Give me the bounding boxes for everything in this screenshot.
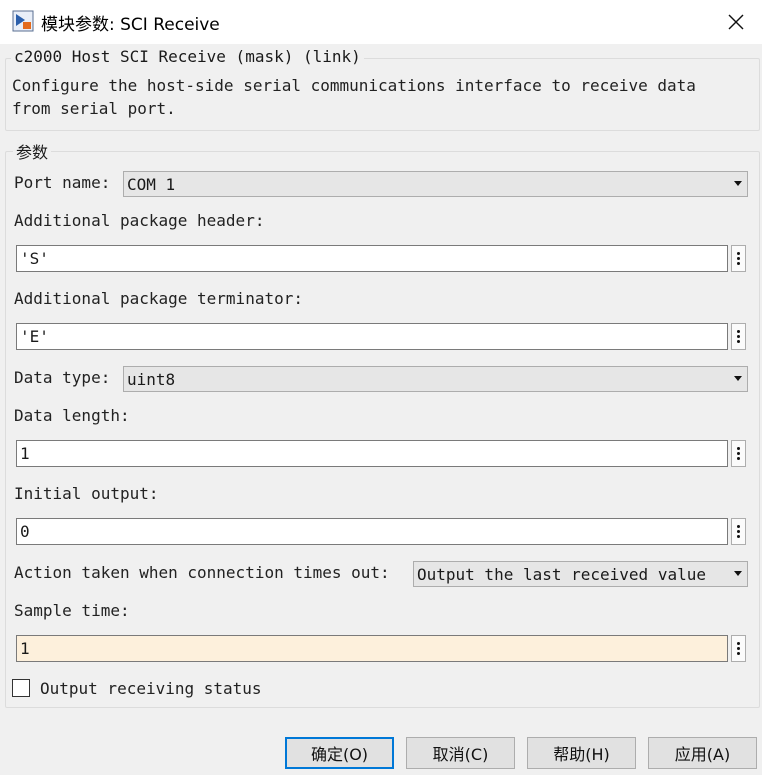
header-label: Additional package header:	[14, 211, 265, 230]
close-button[interactable]	[716, 6, 756, 38]
sample-time-menu-button[interactable]	[731, 635, 746, 662]
ok-button[interactable]: 确定(O)	[285, 737, 394, 769]
output-status-checkbox[interactable]	[12, 679, 30, 697]
initial-output-label: Initial output:	[14, 484, 159, 503]
parameters-group	[5, 151, 760, 708]
terminator-value: 'E'	[20, 327, 49, 346]
timeout-label: Action taken when connection times out:	[14, 563, 390, 582]
description-legend: c2000 Host SCI Receive (mask) (link)	[11, 47, 364, 66]
description-line-2: from serial port.	[12, 99, 176, 118]
close-icon	[728, 14, 744, 30]
port-name-select[interactable]: COM 1	[123, 171, 748, 197]
data-type-label: Data type:	[14, 368, 111, 387]
timeout-select[interactable]: Output the last received value	[413, 561, 748, 587]
header-menu-button[interactable]	[731, 245, 746, 272]
terminator-menu-button[interactable]	[731, 323, 746, 350]
timeout-value: Output the last received value	[417, 564, 706, 584]
data-length-input[interactable]: 1	[16, 440, 728, 467]
initial-output-input[interactable]: 0	[16, 518, 728, 545]
initial-output-value: 0	[20, 522, 30, 541]
description-line-1: Configure the host-side serial communica…	[12, 76, 696, 95]
data-type-select[interactable]: uint8	[123, 366, 748, 392]
terminator-input[interactable]: 'E'	[16, 323, 728, 350]
port-name-label: Port name:	[14, 173, 111, 192]
title-bar: 模块参数: SCI Receive	[0, 0, 762, 44]
help-button[interactable]: 帮助(H)	[527, 737, 636, 769]
header-value: 'S'	[20, 249, 49, 268]
sample-time-label: Sample time:	[14, 601, 130, 620]
simulink-block-icon	[12, 10, 34, 32]
apply-button[interactable]: 应用(A)	[648, 737, 757, 769]
terminator-label: Additional package terminator:	[14, 289, 303, 308]
port-name-value: COM 1	[127, 174, 176, 194]
output-status-label: Output receiving status	[40, 679, 262, 698]
dropdown-arrow-icon	[734, 181, 742, 186]
data-length-menu-button[interactable]	[731, 440, 746, 467]
header-input[interactable]: 'S'	[16, 245, 728, 272]
window-title: 模块参数: SCI Receive	[41, 15, 220, 35]
dropdown-arrow-icon	[734, 571, 742, 576]
data-type-value: uint8	[127, 369, 176, 389]
sample-time-value: 1	[20, 639, 30, 658]
sample-time-input[interactable]: 1	[16, 635, 728, 662]
initial-output-menu-button[interactable]	[731, 518, 746, 545]
data-length-label: Data length:	[14, 406, 130, 425]
cancel-button[interactable]: 取消(C)	[406, 737, 515, 769]
dropdown-arrow-icon	[734, 376, 742, 381]
data-length-value: 1	[20, 444, 30, 463]
parameters-legend: 参数	[13, 139, 52, 163]
